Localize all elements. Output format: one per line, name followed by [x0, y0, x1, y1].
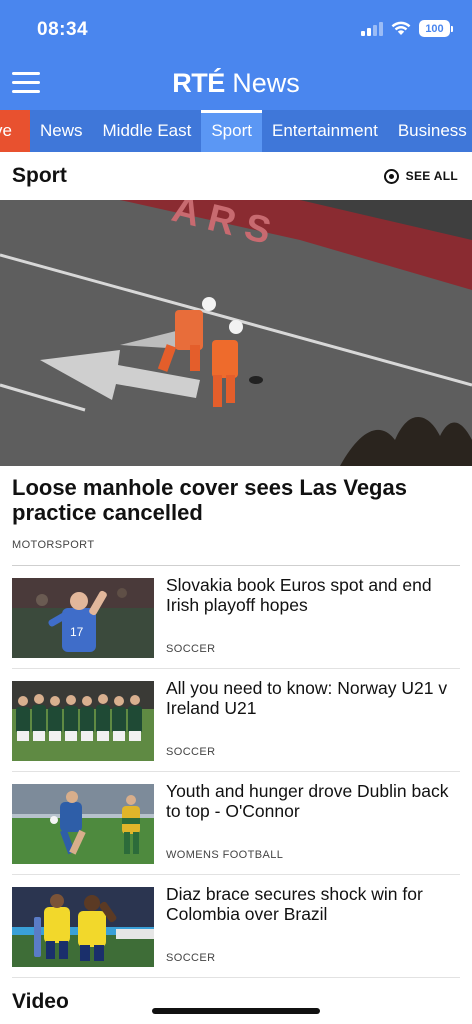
tab-middle-east[interactable]: Middle East — [93, 110, 202, 152]
logo-news: News — [232, 68, 300, 98]
top-bar: 08:34 100 RTÉ News — [0, 0, 472, 110]
svg-text:17: 17 — [70, 625, 84, 639]
status-icons: 100 — [361, 20, 453, 37]
divider — [12, 977, 460, 978]
tab-live[interactable]: ve — [0, 110, 30, 152]
hero-image[interactable]: A R S — [0, 200, 472, 466]
story-thumbnail: 17 — [12, 578, 154, 658]
story-thumbnail — [12, 784, 154, 864]
slovakia-player-photo: 17 — [12, 578, 154, 658]
tab-entertainment[interactable]: Entertainment — [262, 110, 388, 152]
wifi-icon — [391, 21, 411, 35]
hero-headline[interactable]: Loose manhole cover sees Las Vegas pract… — [12, 475, 452, 525]
team-lineup-photo — [12, 681, 154, 761]
eye-icon — [383, 168, 399, 184]
story-headline: Diaz brace secures shock win for Colombi… — [166, 884, 423, 924]
story-category: SOCCER — [166, 952, 216, 964]
battery-icon: 100 — [419, 20, 453, 37]
story-item[interactable]: All you need to know: Norway U21 v Irela… — [12, 669, 460, 772]
story-category: SOCCER — [166, 643, 216, 655]
see-all-label: SEE ALL — [405, 169, 458, 183]
section-title: Sport — [12, 164, 67, 187]
see-all-button[interactable]: SEE ALL — [383, 168, 458, 184]
story-headline: Youth and hunger drove Dublin back to to… — [166, 781, 449, 821]
story-item[interactable]: Youth and hunger drove Dublin back to to… — [12, 772, 460, 875]
story-category: SOCCER — [166, 746, 216, 758]
story-headline: All you need to know: Norway U21 v Irela… — [166, 678, 448, 718]
story-thumbnail — [12, 887, 154, 967]
tab-sport[interactable]: Sport — [201, 110, 262, 152]
tab-business[interactable]: Business — [388, 110, 472, 152]
status-time: 08:34 — [37, 19, 89, 40]
video-section-title: Video — [12, 990, 69, 1013]
rte-news-logo: RTÉ News — [0, 68, 472, 99]
story-headline: Slovakia book Euros spot and end Irish p… — [166, 575, 432, 615]
section-header: Sport SEE ALL — [0, 152, 472, 200]
story-thumbnail — [12, 681, 154, 761]
race-track-photo: A R S — [0, 200, 472, 466]
colombia-players-photo — [12, 887, 154, 967]
category-tabs: ve News Middle East Sport Entertainment … — [0, 110, 472, 152]
hero-category: MOTORSPORT — [12, 539, 95, 551]
story-category: WOMENS FOOTBALL — [166, 849, 284, 861]
home-indicator[interactable] — [152, 1008, 320, 1014]
womens-football-photo — [12, 784, 154, 864]
tab-news[interactable]: News — [30, 110, 93, 152]
story-item[interactable]: 17 Slovakia book Euros spot and end Iris… — [12, 566, 460, 669]
story-item[interactable]: Diaz brace secures shock win for Colombi… — [12, 875, 460, 978]
logo-rte: RTÉ — [172, 68, 225, 98]
cellular-signal-icon — [361, 21, 383, 36]
